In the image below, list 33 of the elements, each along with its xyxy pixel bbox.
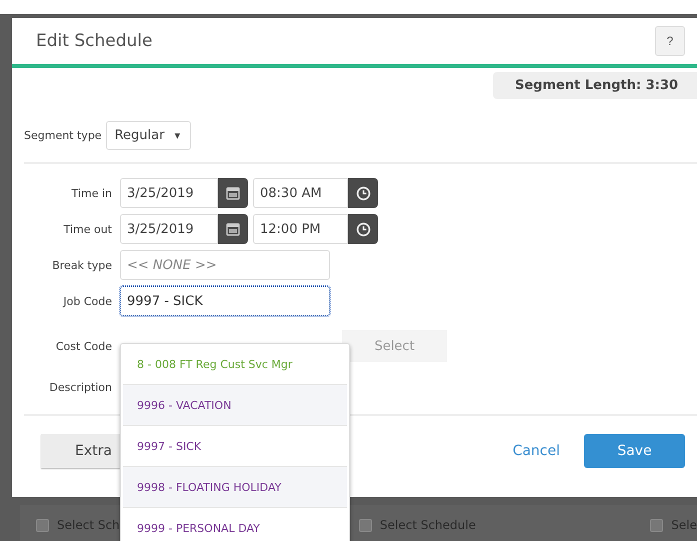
clock-icon: [356, 186, 370, 200]
time-field[interactable]: 12:00 PM: [253, 214, 348, 244]
dialog-title: Edit Schedule: [36, 31, 154, 51]
time-field[interactable]: 08:30 AM: [253, 178, 348, 208]
date-field[interactable]: 3/25/2019: [120, 214, 218, 244]
clock-icon: [356, 222, 370, 236]
calendar-icon: [226, 222, 240, 236]
field-label: Time out: [62, 222, 112, 236]
clock-button[interactable]: [348, 178, 378, 208]
break-type-field[interactable]: << NONE >>: [120, 250, 330, 280]
job-code-field[interactable]: 9997 - SICK: [120, 286, 330, 316]
field-label: Time in: [70, 186, 112, 200]
checkbox[interactable]: [650, 518, 664, 532]
help-button[interactable]: ?: [655, 26, 685, 56]
cancel-link[interactable]: Cancel: [512, 443, 560, 459]
segment-type-dropdown[interactable]: Regular ▾: [106, 121, 192, 150]
field-label: Job Code: [62, 294, 112, 308]
calendar-button[interactable]: [218, 178, 248, 208]
field-label: Cost Code: [54, 340, 112, 352]
clock-button[interactable]: [348, 214, 378, 244]
calendar-icon: [226, 186, 240, 200]
field-label: Break type: [51, 258, 112, 272]
list-option[interactable]: 9998 - FLOATING HOLIDAY: [123, 467, 347, 508]
segment-length: Segment Length: 3:30: [493, 72, 697, 99]
field-label: Segment type: [24, 129, 102, 142]
date-field[interactable]: 3/25/2019: [120, 178, 218, 208]
checkbox[interactable]: [358, 518, 372, 532]
list-option[interactable]: 9999 - PERSONAL DAY: [123, 508, 347, 541]
field-label: Description: [48, 380, 112, 394]
checkbox[interactable]: [36, 518, 49, 532]
list-option[interactable]: 9996 - VACATION: [123, 385, 347, 426]
calendar-button[interactable]: [218, 214, 248, 244]
extra-button[interactable]: Extra: [41, 434, 120, 468]
